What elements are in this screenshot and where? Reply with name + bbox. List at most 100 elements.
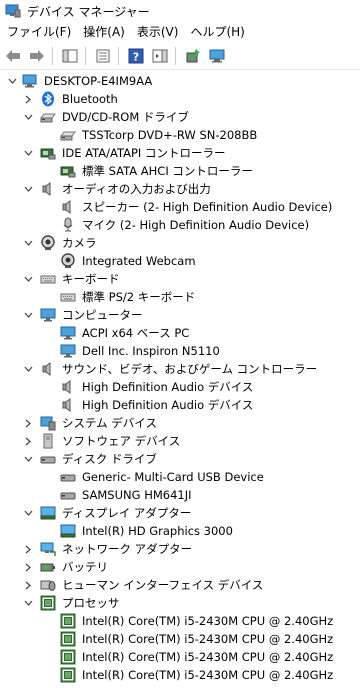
computer-icon [60,325,76,341]
network-adapter-icon [40,541,56,557]
tree-device[interactable]: マイク (2- High Definition Audio Device) [0,216,360,234]
show-hide-console-tree-icon[interactable] [59,45,81,67]
collapse-chevron-icon[interactable] [22,108,34,126]
scan-hardware-icon[interactable] [206,45,228,67]
tree-item-label: Dell Inc. Inspiron N5110 [82,344,220,358]
tree-category[interactable]: ソフトウェア デバイス [0,432,360,450]
collapse-chevron-icon[interactable] [22,144,34,162]
tree-item-label: High Definition Audio デバイス [82,380,254,394]
computer-icon [40,307,56,323]
tree-item-label: システム デバイス [62,416,157,430]
tree-category[interactable]: DVD/CD-ROM ドライブ [0,108,360,126]
tree-item-label: Intel(R) Core(TM) i5-2430M CPU @ 2.40GHz [82,614,334,628]
tree-category[interactable]: IDE ATA/ATAPI コントローラー [0,144,360,162]
tree-item-label: ヒューマン インターフェイス デバイス [62,578,264,592]
camera-icon [60,253,76,269]
speaker-icon [60,379,76,395]
expand-chevron-icon[interactable] [22,90,34,108]
tree-category[interactable]: ヒューマン インターフェイス デバイス [0,576,360,594]
hid-icon [40,577,56,593]
tree-category[interactable]: サウンド、ビデオ、およびゲーム コントローラー [0,360,360,378]
tree-device[interactable]: Generic- Multi-Card USB Device [0,468,360,486]
computer-icon [22,73,38,89]
expand-chevron-icon[interactable] [22,432,34,450]
collapse-chevron-icon[interactable] [22,594,34,612]
tree-category[interactable]: ディスク ドライブ [0,450,360,468]
collapse-chevron-icon[interactable] [22,234,34,252]
tree-device[interactable]: Intel(R) Core(TM) i5-2430M CPU @ 2.40GHz [0,648,360,666]
tree-category[interactable]: バッテリ [0,558,360,576]
tree-device[interactable]: Intel(R) HD Graphics 3000 [0,522,360,540]
properties-icon[interactable] [92,45,114,67]
tree-item-label: 標準 SATA AHCI コントローラー [82,164,253,178]
update-driver-icon[interactable] [182,45,204,67]
tree-device[interactable]: TSSTcorp DVD+-RW SN-208BB [0,126,360,144]
collapse-chevron-icon[interactable] [22,450,34,468]
collapse-chevron-icon[interactable] [22,504,34,522]
collapse-chevron-icon[interactable] [22,180,34,198]
tree-item-label: Intel(R) HD Graphics 3000 [82,524,233,538]
display-adapter-icon [40,505,56,521]
tree-device[interactable]: 標準 PS/2 キーボード [0,288,360,306]
action-pane-icon[interactable] [149,45,171,67]
help-icon[interactable]: ? [125,45,147,67]
dvd-drive-icon [40,109,56,125]
tree-device[interactable]: Intel(R) Core(TM) i5-2430M CPU @ 2.40GHz [0,666,360,684]
tree-device[interactable]: High Definition Audio デバイス [0,378,360,396]
collapse-chevron-icon[interactable] [22,270,34,288]
collapse-chevron-icon[interactable] [22,306,34,324]
tree-item-label: SAMSUNG HM641JI [82,488,192,502]
tree-device[interactable]: SAMSUNG HM641JI [0,486,360,504]
tree-category[interactable]: ディスプレイ アダプター [0,504,360,522]
software-device-icon [40,433,56,449]
tree-category[interactable]: オーディオの入力および出力 [0,180,360,198]
tree-category[interactable]: コンピューター [0,306,360,324]
tree-device[interactable]: ACPI x64 ベース PC [0,324,360,342]
menu-action[interactable]: 操作(A) [77,22,131,42]
expand-chevron-icon[interactable] [22,540,34,558]
tree-device[interactable]: スピーカー (2- High Definition Audio Device) [0,198,360,216]
processor-icon [60,649,76,665]
expand-chevron-icon[interactable] [22,558,34,576]
system-devices-icon [40,415,56,431]
tree-category[interactable]: Bluetooth [0,90,360,108]
tree-item-label: High Definition Audio デバイス [82,398,254,412]
speaker-icon [60,397,76,413]
tree-item-label: スピーカー (2- High Definition Audio Device) [82,200,333,214]
expand-chevron-icon[interactable] [22,576,34,594]
tree-item-label: サウンド、ビデオ、およびゲーム コントローラー [62,362,318,376]
tree-item-label: ACPI x64 ベース PC [82,326,190,340]
tree-item-label: ネットワーク アダプター [62,542,193,556]
tree-device[interactable]: Dell Inc. Inspiron N5110 [0,342,360,360]
battery-icon [40,559,56,575]
tree-device[interactable]: Intel(R) Core(TM) i5-2430M CPU @ 2.40GHz [0,612,360,630]
menu-view[interactable]: 表示(V) [131,22,185,42]
tree-category[interactable]: カメラ [0,234,360,252]
tree-category[interactable]: キーボード [0,270,360,288]
tree-item-label: ディスプレイ アダプター [62,506,192,520]
tree-category[interactable]: プロセッサ [0,594,360,612]
tree-device[interactable]: Integrated Webcam [0,252,360,270]
tree-item-label: TSSTcorp DVD+-RW SN-208BB [82,128,258,142]
menu-file[interactable]: ファイル(F) [0,22,77,42]
microphone-icon [60,217,76,233]
tree-category[interactable]: ネットワーク アダプター [0,540,360,558]
expand-chevron-icon[interactable] [22,414,34,432]
tree-category[interactable]: システム デバイス [0,414,360,432]
collapse-chevron-icon[interactable] [22,360,34,378]
tree-item-label: Intel(R) Core(TM) i5-2430M CPU @ 2.40GHz [82,668,334,682]
disk-drive-icon [60,469,76,485]
menu-help[interactable]: ヘルプ(H) [184,22,250,42]
tree-item-label: コンピューター [62,308,143,322]
tree-device[interactable]: 標準 SATA AHCI コントローラー [0,162,360,180]
disk-drive-icon [40,451,56,467]
forward-icon[interactable] [26,45,48,67]
tree-device[interactable]: Intel(R) Core(TM) i5-2430M CPU @ 2.40GHz [0,630,360,648]
tree-root[interactable]: DESKTOP-E4IM9AA [0,72,360,90]
toolbar-separator [118,46,119,65]
tree-item-label: Intel(R) Core(TM) i5-2430M CPU @ 2.40GHz [82,650,334,664]
tree-device[interactable]: High Definition Audio デバイス [0,396,360,414]
speaker-icon [60,199,76,215]
collapse-chevron-icon[interactable] [6,72,18,90]
back-icon[interactable] [2,45,24,67]
